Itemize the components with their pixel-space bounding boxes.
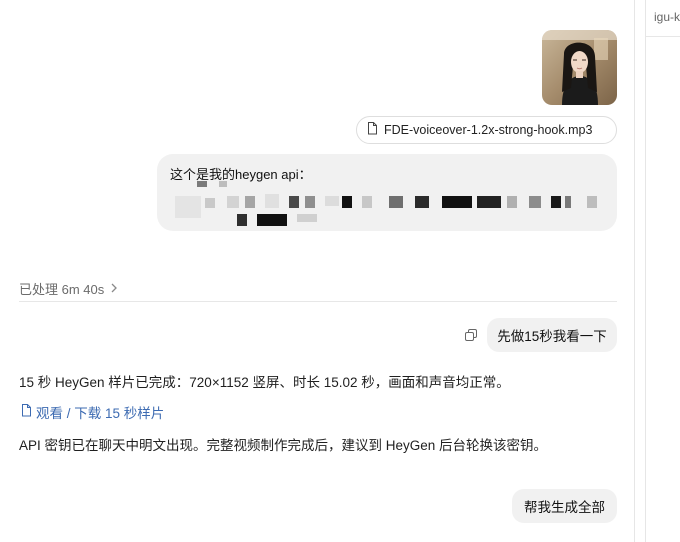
user-message-bubble: 先做15秒我看一下: [487, 318, 617, 352]
divider: [646, 36, 680, 37]
copy-icon[interactable]: [465, 328, 477, 341]
portrait-image: [542, 30, 617, 105]
user-message-api-key: 这个是我的heygen api：: [157, 154, 617, 231]
message-text: 帮我生成全部: [524, 500, 605, 515]
processed-label: 已处理 6m 40s: [19, 282, 105, 297]
scrollbar[interactable]: [634, 0, 646, 542]
processed-toggle[interactable]: 已处理 6m 40s: [19, 279, 118, 298]
divider: [19, 301, 617, 302]
image-attachment-thumbnail[interactable]: [542, 30, 617, 105]
message-text: 这个是我的heygen api：: [170, 167, 312, 182]
sample-video-link[interactable]: 观看 / 下载 15 秒样片: [21, 402, 164, 422]
assistant-message-line: API 密钥已在聊天中明文出现。完整视频制作完成后，建议到 HeyGen 后台轮…: [19, 438, 548, 453]
document-icon: [367, 122, 378, 138]
chevron-right-icon: [110, 281, 118, 296]
document-link-icon: [21, 404, 32, 420]
message-text: 先做15秒我看一下: [497, 329, 607, 344]
side-panel-text: igu-k: [654, 10, 680, 24]
file-name: FDE-voiceover-1.2x-strong-hook.mp3: [384, 123, 593, 137]
user-message-bubble: 帮我生成全部: [512, 489, 617, 523]
chat-panel: FDE-voiceover-1.2x-strong-hook.mp3 这个是我的…: [0, 0, 634, 542]
assistant-message-line: 15 秒 HeyGen 样片已完成：720×1152 竖屏、时长 15.02 秒…: [19, 375, 510, 390]
file-attachment-chip[interactable]: FDE-voiceover-1.2x-strong-hook.mp3: [356, 116, 617, 144]
link-text: 观看 / 下载 15 秒样片: [36, 406, 165, 421]
side-panel: igu-k: [646, 0, 680, 542]
